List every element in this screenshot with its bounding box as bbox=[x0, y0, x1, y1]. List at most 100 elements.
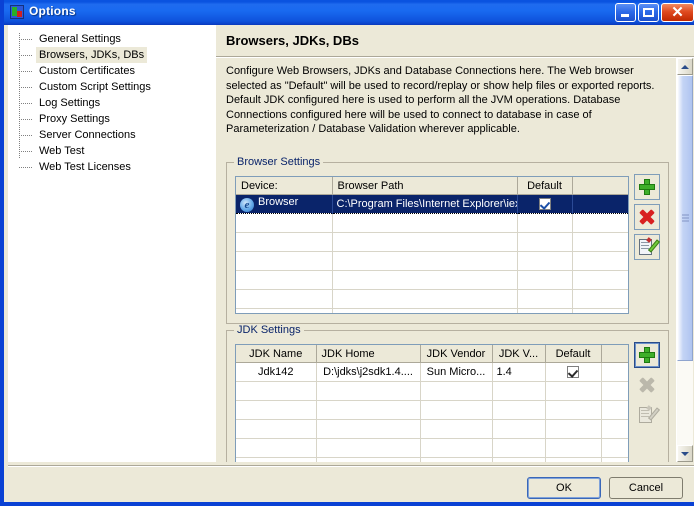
description-text: Configure Web Browsers, JDKs and Databas… bbox=[226, 65, 655, 135]
table-row[interactable]: e Browser C:\Program Files\Internet Explo… bbox=[236, 194, 628, 214]
table-row[interactable] bbox=[236, 400, 628, 420]
sidebar-item-proxy-settings[interactable]: Proxy Settings bbox=[8, 111, 216, 127]
column-header-browser-path[interactable]: Browser Path bbox=[332, 177, 518, 195]
window-controls: ✕ bbox=[615, 3, 694, 22]
scrollbar-thumb[interactable] bbox=[677, 75, 693, 361]
sidebar-item-label: Log Settings bbox=[39, 97, 101, 109]
close-button[interactable]: ✕ bbox=[661, 3, 694, 22]
empty-cell bbox=[236, 213, 333, 233]
column-header-jdk-version[interactable]: JDK V... bbox=[492, 345, 546, 363]
table-row[interactable] bbox=[236, 289, 628, 309]
tree-connector-icon bbox=[19, 135, 32, 136]
empty-cell bbox=[236, 289, 333, 309]
sidebar-item-web-test-licenses[interactable]: Web Test Licenses bbox=[8, 159, 216, 175]
empty-cell bbox=[420, 438, 493, 458]
table-row[interactable] bbox=[236, 251, 628, 271]
empty-cell bbox=[517, 308, 573, 313]
delete-browser-button[interactable] bbox=[634, 204, 660, 230]
sidebar-item-web-test[interactable]: Web Test bbox=[8, 143, 216, 159]
jdk-version-cell[interactable]: 1.4 bbox=[492, 362, 546, 382]
empty-cell bbox=[572, 213, 628, 233]
table-row[interactable] bbox=[236, 419, 628, 439]
tree-connector-icon bbox=[19, 39, 32, 40]
add-browser-button[interactable] bbox=[634, 174, 660, 200]
empty-cell bbox=[420, 457, 493, 462]
table-row[interactable] bbox=[236, 438, 628, 458]
column-header-jdk-default[interactable]: Default bbox=[545, 345, 602, 363]
cancel-button[interactable]: Cancel bbox=[609, 477, 683, 499]
sidebar-item-general-settings[interactable]: General Settings bbox=[8, 31, 216, 47]
table-row[interactable] bbox=[236, 232, 628, 252]
jdk-default-checkbox[interactable] bbox=[567, 365, 579, 378]
jdk-table[interactable]: JDK Name JDK Home JDK Vendor JDK V... De… bbox=[235, 344, 629, 462]
empty-cell bbox=[545, 381, 602, 401]
empty-cell bbox=[236, 381, 317, 401]
browser-default-checkbox[interactable] bbox=[538, 197, 551, 210]
sidebar-item-custom-certificates[interactable]: Custom Certificates bbox=[8, 63, 216, 79]
empty-cell bbox=[236, 308, 333, 313]
browser-blank-cell bbox=[572, 194, 628, 214]
page-title: Browsers, JDKs, DBs bbox=[226, 33, 359, 48]
edit-browser-button[interactable] bbox=[634, 234, 661, 260]
empty-cell bbox=[492, 381, 546, 401]
empty-cell bbox=[572, 251, 628, 271]
maximize-button[interactable] bbox=[638, 3, 659, 22]
table-row[interactable] bbox=[236, 270, 628, 290]
jdk-home-cell[interactable]: D:\jdks\j2sdk1.4.... bbox=[316, 362, 421, 382]
table-row[interactable] bbox=[236, 213, 628, 233]
table-header-row: JDK Name JDK Home JDK Vendor JDK V... De… bbox=[236, 345, 628, 363]
browser-path-cell[interactable]: C:\Program Files\Internet Explorer\iexpl… bbox=[332, 194, 518, 214]
column-header-default[interactable]: Default bbox=[517, 177, 573, 195]
empty-cell bbox=[236, 232, 333, 252]
title-bar: Options ✕ bbox=[4, 0, 694, 25]
sidebar-item-log-settings[interactable]: Log Settings bbox=[8, 95, 216, 111]
sidebar-item-browsers-jdks-dbs[interactable]: Browsers, JDKs, DBs bbox=[8, 47, 216, 63]
sidebar-item-label: General Settings bbox=[39, 33, 121, 45]
empty-cell bbox=[545, 457, 602, 462]
table-row[interactable] bbox=[236, 308, 628, 313]
column-header-blank[interactable] bbox=[572, 177, 628, 195]
column-header-jdk-vendor[interactable]: JDK Vendor bbox=[420, 345, 493, 363]
sidebar-item-custom-script-settings[interactable]: Custom Script Settings bbox=[8, 79, 216, 95]
browser-table[interactable]: Device: Browser Path Default e Browser C… bbox=[235, 176, 629, 314]
column-header-jdk-home[interactable]: JDK Home bbox=[316, 345, 421, 363]
scrollbar-grip-icon bbox=[682, 214, 689, 222]
add-jdk-button[interactable] bbox=[634, 342, 660, 368]
scroll-up-button[interactable] bbox=[677, 58, 693, 75]
delete-x-icon bbox=[640, 378, 655, 393]
jdk-vendor-cell[interactable]: Sun Micro... bbox=[420, 362, 493, 382]
jdk-name-cell[interactable]: Jdk142 bbox=[236, 362, 317, 382]
jdk-settings-group-title: JDK Settings bbox=[234, 324, 304, 336]
ok-button[interactable]: OK bbox=[527, 477, 601, 499]
column-header-jdk-name[interactable]: JDK Name bbox=[236, 345, 317, 363]
column-header-device[interactable]: Device: bbox=[236, 177, 333, 195]
jdk-default-cell[interactable] bbox=[545, 362, 602, 382]
settings-tree[interactable]: General Settings Browsers, JDKs, DBs Cus… bbox=[8, 25, 216, 462]
content-scrollbar[interactable] bbox=[676, 58, 693, 462]
browser-device-cell[interactable]: e Browser bbox=[236, 194, 333, 214]
sidebar-item-label: Browsers, JDKs, DBs bbox=[36, 47, 148, 63]
sidebar-item-label: Custom Script Settings bbox=[39, 81, 151, 93]
minimize-button[interactable] bbox=[615, 3, 636, 22]
empty-cell bbox=[545, 400, 602, 420]
scrollbar-track[interactable] bbox=[677, 75, 693, 445]
settings-content-panel: Browsers, JDKs, DBs Configure Web Browse… bbox=[216, 25, 694, 462]
options-app-icon bbox=[10, 5, 24, 19]
empty-cell bbox=[332, 251, 518, 271]
empty-cell bbox=[601, 457, 628, 462]
table-row[interactable] bbox=[236, 381, 628, 401]
table-row[interactable] bbox=[236, 457, 628, 462]
sidebar-item-server-connections[interactable]: Server Connections bbox=[8, 127, 216, 143]
browser-default-cell[interactable] bbox=[517, 194, 573, 214]
empty-cell bbox=[236, 457, 317, 462]
delete-jdk-button bbox=[634, 372, 660, 398]
options-dialog: Options ✕ General Settings Browsers, JDK… bbox=[0, 0, 694, 506]
browser-settings-group-title: Browser Settings bbox=[234, 156, 324, 168]
column-header-blank[interactable] bbox=[601, 345, 628, 363]
empty-cell bbox=[517, 213, 573, 233]
table-row[interactable]: Jdk142 D:\jdks\j2sdk1.4.... Sun Micro...… bbox=[236, 362, 628, 382]
empty-cell bbox=[545, 419, 602, 439]
empty-cell bbox=[492, 457, 546, 462]
tree-connector-icon bbox=[19, 103, 32, 104]
scroll-down-button[interactable] bbox=[677, 445, 693, 462]
